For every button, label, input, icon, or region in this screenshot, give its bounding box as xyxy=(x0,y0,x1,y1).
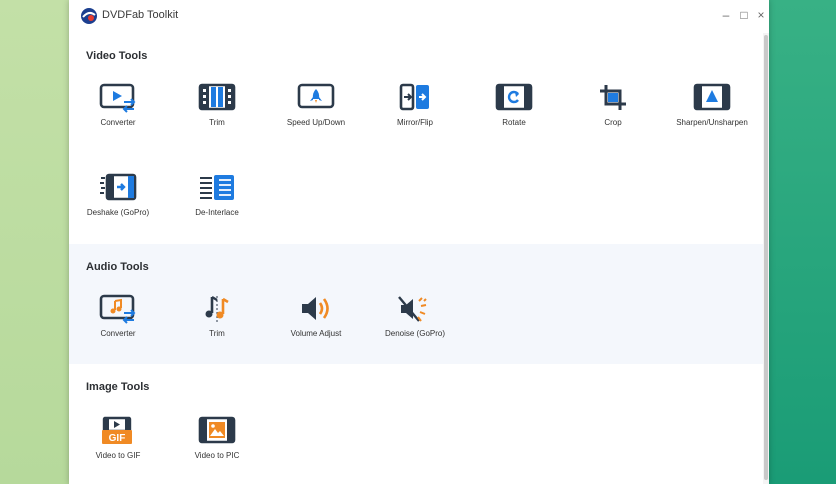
rocket-speed-icon xyxy=(297,83,335,109)
close-button[interactable]: × xyxy=(754,8,768,22)
video-crop-tool[interactable]: Crop xyxy=(564,82,662,152)
vertical-scrollbar[interactable] xyxy=(763,33,769,484)
video-to-gif-icon: GIF xyxy=(102,416,132,444)
deinterlace-icon xyxy=(200,175,234,200)
desktop-background-right xyxy=(769,0,836,484)
tool-label: Sharpen/Unsharpen xyxy=(676,118,748,127)
image-tools-title: Image Tools xyxy=(86,381,150,393)
tool-label: Converter xyxy=(100,118,136,127)
tool-label: Deshake (GoPro) xyxy=(86,208,150,217)
rotate-icon xyxy=(495,83,533,111)
scrollbar-thumb[interactable] xyxy=(764,35,768,480)
app-window: DVDFab Toolkit – □ × Video Tools Convert… xyxy=(69,0,769,484)
denoise-icon xyxy=(398,296,427,322)
mirror-flip-icon xyxy=(399,83,429,111)
audio-converter-tool[interactable]: Converter xyxy=(69,293,167,363)
minimize-button[interactable]: – xyxy=(719,8,733,22)
video-rotate-tool[interactable]: Rotate xyxy=(465,82,563,152)
video-tools-section: Video Tools Converter Trim Speed Up/Down… xyxy=(69,33,763,244)
tool-label: Trim xyxy=(209,329,225,338)
tool-label: Trim xyxy=(209,118,225,127)
audio-converter-icon xyxy=(99,294,136,324)
video-deinterlace-tool[interactable]: De-Interlace xyxy=(168,172,266,242)
crop-icon xyxy=(600,85,626,110)
title-bar[interactable]: DVDFab Toolkit – □ × xyxy=(69,0,769,34)
video-to-gif-tool[interactable]: GIF Video to GIF xyxy=(69,415,167,484)
tool-label: De-Interlace xyxy=(195,208,239,217)
video-deshake-tool[interactable]: Deshake (GoPro) xyxy=(69,172,167,242)
audio-trim-icon xyxy=(205,295,229,323)
audio-denoise-tool[interactable]: Denoise (GoPro) xyxy=(366,293,464,363)
maximize-button[interactable]: □ xyxy=(737,8,751,22)
tool-label: Denoise (GoPro) xyxy=(384,329,446,338)
tool-label: Video to GIF xyxy=(95,451,141,460)
tool-label: Crop xyxy=(604,118,622,127)
image-tools-section: Image Tools GIF Video to GIF Video to PI… xyxy=(69,364,763,484)
audio-tools-section: Audio Tools Converter Trim Volume Adjust… xyxy=(69,244,763,364)
tool-label: Volume Adjust xyxy=(290,329,342,338)
tool-label: Rotate xyxy=(502,118,526,127)
video-converter-tool[interactable]: Converter xyxy=(69,82,167,152)
video-sharpen-tool[interactable]: Sharpen/Unsharpen xyxy=(663,82,761,152)
gif-badge: GIF xyxy=(109,433,126,444)
video-mirror-tool[interactable]: Mirror/Flip xyxy=(366,82,464,152)
volume-icon xyxy=(302,297,329,320)
audio-volume-tool[interactable]: Volume Adjust xyxy=(267,293,365,363)
tool-label: Speed Up/Down xyxy=(286,118,346,127)
video-converter-icon xyxy=(99,83,136,113)
video-trim-tool[interactable]: Trim xyxy=(168,82,266,152)
tool-label: Converter xyxy=(100,329,136,338)
video-speed-tool[interactable]: Speed Up/Down xyxy=(267,82,365,152)
window-title: DVDFab Toolkit xyxy=(102,9,179,21)
audio-tools-title: Audio Tools xyxy=(86,261,149,273)
tools-panel: Video Tools Converter Trim Speed Up/Down… xyxy=(69,33,763,484)
dvdfab-logo-icon xyxy=(81,8,97,24)
video-to-pic-icon xyxy=(198,416,236,444)
sharpen-icon xyxy=(693,83,731,111)
video-to-pic-tool[interactable]: Video to PIC xyxy=(168,415,266,484)
tool-label: Video to PIC xyxy=(194,451,240,460)
film-trim-icon xyxy=(198,83,236,111)
audio-trim-tool[interactable]: Trim xyxy=(168,293,266,363)
tool-label: Mirror/Flip xyxy=(397,118,433,127)
deshake-icon xyxy=(100,173,137,201)
desktop-background-left xyxy=(0,0,69,484)
video-tools-title: Video Tools xyxy=(86,50,148,62)
